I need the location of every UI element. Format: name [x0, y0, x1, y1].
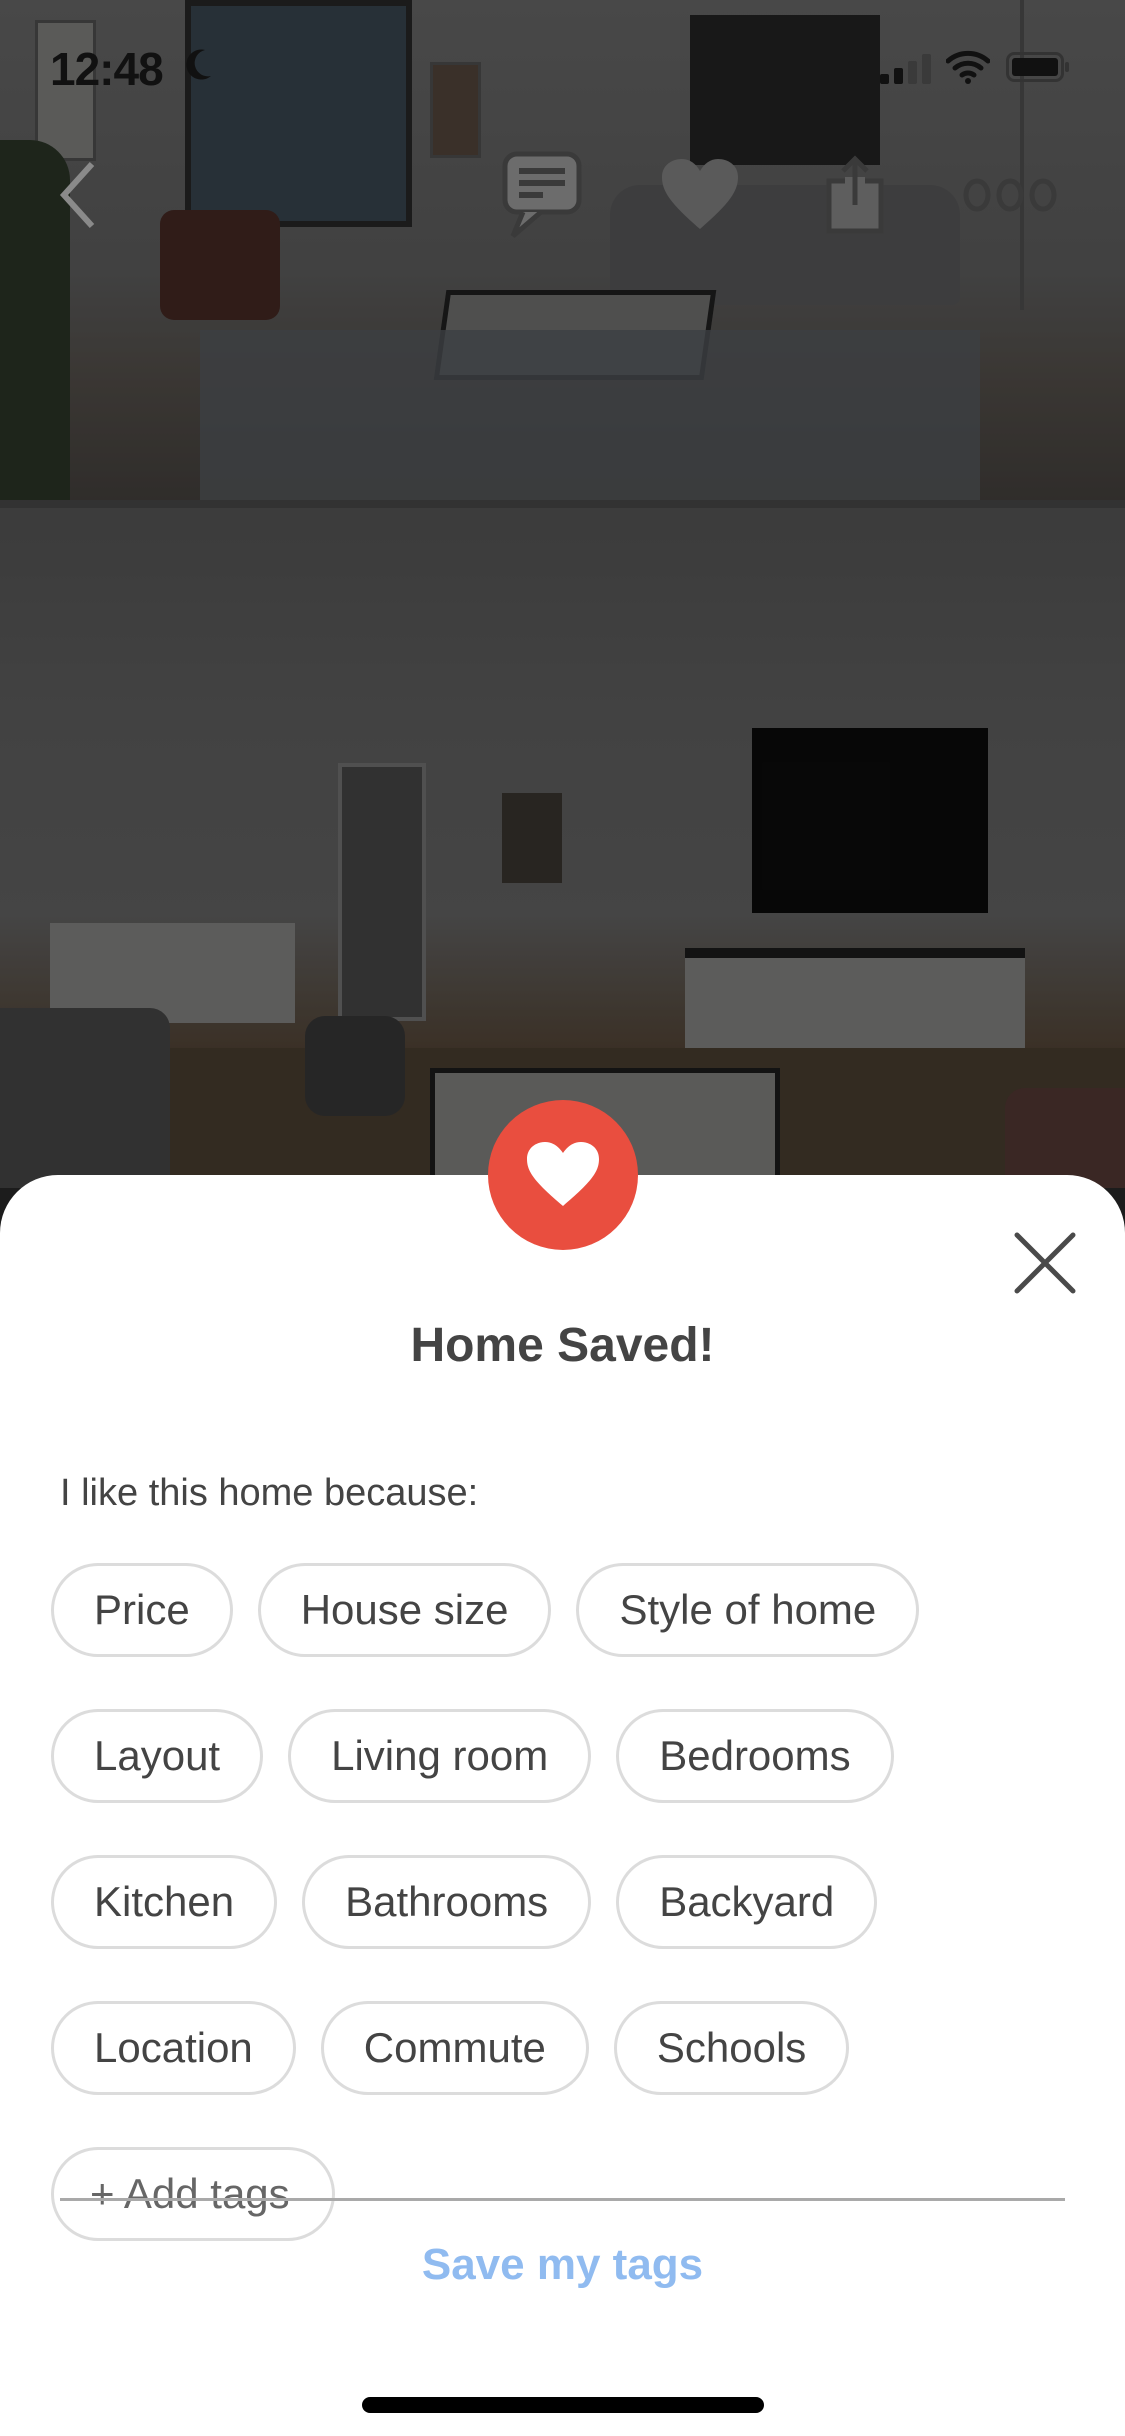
- back-button[interactable]: [48, 150, 108, 240]
- tag-list: Price House size Style of home Layout Li…: [51, 1563, 1071, 2241]
- tags-prompt: I like this home because:: [60, 1472, 479, 1514]
- tag-style-of-home[interactable]: Style of home: [576, 1563, 920, 1657]
- tag-commute[interactable]: Commute: [320, 2001, 589, 2095]
- battery-icon: [1006, 52, 1069, 82]
- tag-kitchen[interactable]: Kitchen: [51, 1855, 278, 1949]
- sheet-title: Home Saved!: [410, 1319, 715, 1372]
- tag-backyard[interactable]: Backyard: [616, 1855, 878, 1949]
- tag-bedrooms[interactable]: Bedrooms: [616, 1709, 894, 1803]
- photo-armchair: [160, 210, 280, 320]
- message-icon: [502, 151, 582, 238]
- moon-icon: [186, 49, 211, 80]
- photo-doorway: [338, 763, 426, 1021]
- heart-icon: [527, 1142, 599, 1206]
- message-button[interactable]: [498, 150, 588, 240]
- saved-badge: [488, 1100, 638, 1250]
- cellular-signal-icon: [880, 54, 931, 84]
- tag-bathrooms[interactable]: Bathrooms: [302, 1855, 592, 1949]
- photo-pouf: [305, 1016, 405, 1116]
- photo-sofa-left: [0, 1008, 170, 1188]
- more-options-button[interactable]: [960, 150, 1060, 240]
- photo-separator: [0, 500, 1125, 508]
- more-options-icon: [963, 178, 1057, 212]
- divider: [60, 2198, 1065, 2201]
- save-my-tags-button[interactable]: Save my tags: [0, 2240, 1125, 2290]
- status-time: 12:48: [50, 43, 164, 95]
- tag-price[interactable]: Price: [51, 1563, 233, 1657]
- listing-photo-2[interactable]: [0, 508, 1125, 1188]
- home-indicator[interactable]: [362, 2397, 764, 2413]
- photo-wall-art: [502, 793, 562, 883]
- chevron-left-icon: [59, 161, 95, 229]
- share-button[interactable]: [815, 150, 895, 240]
- close-button[interactable]: [1000, 1218, 1090, 1308]
- share-icon: [826, 155, 884, 234]
- tag-layout[interactable]: Layout: [51, 1709, 264, 1803]
- status-bar: 12:48: [0, 40, 1125, 100]
- photo-tv: [752, 728, 988, 913]
- tag-living-room[interactable]: Living room: [288, 1709, 592, 1803]
- photo-rug: [200, 330, 980, 500]
- photo-chair-right: [1005, 1088, 1125, 1188]
- heart-icon: [662, 159, 738, 229]
- add-tags-button[interactable]: + Add tags: [51, 2147, 335, 2241]
- wifi-icon: [946, 50, 990, 84]
- close-icon: [1014, 1232, 1076, 1294]
- tag-house-size[interactable]: House size: [257, 1563, 552, 1657]
- tag-schools[interactable]: Schools: [613, 2001, 850, 2095]
- tag-location[interactable]: Location: [51, 2001, 296, 2095]
- favorite-button[interactable]: [655, 150, 745, 240]
- photo-window: [185, 0, 412, 227]
